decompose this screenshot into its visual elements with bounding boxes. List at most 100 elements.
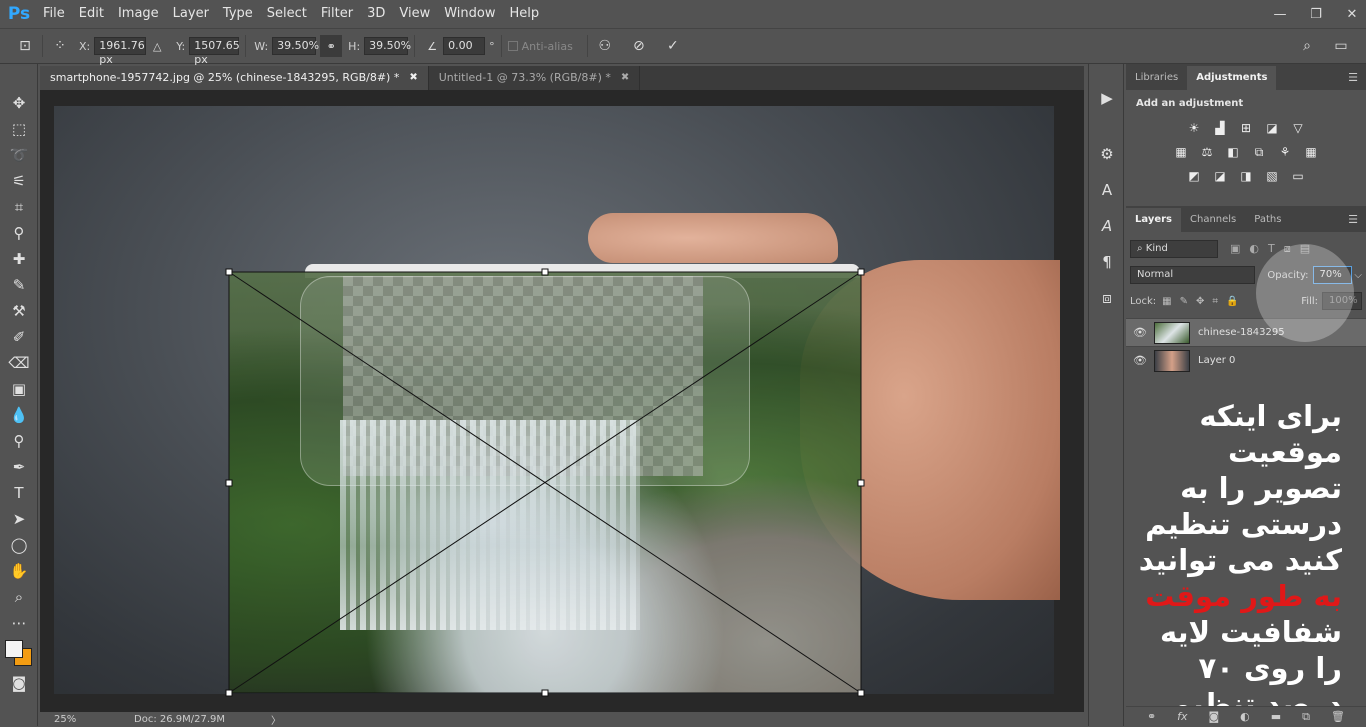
healing-brush-tool-icon[interactable]: ✚ [0, 246, 38, 272]
blur-tool-icon[interactable]: 💧 [0, 402, 38, 428]
close-icon[interactable]: ✖ [409, 66, 417, 90]
glyph-icon[interactable]: A [1089, 208, 1125, 244]
eyedropper-tool-icon[interactable]: ⚲ [0, 220, 38, 246]
eye-icon[interactable]: 👁 [1126, 354, 1154, 367]
menu-layer[interactable]: Layer [166, 0, 216, 28]
tab-layers[interactable]: Layers [1126, 208, 1181, 232]
marquee-tool-icon[interactable]: ⬚ [0, 116, 38, 142]
brush-tool-icon[interactable]: ✎ [0, 272, 38, 298]
reference-point-icon[interactable]: ⁘ [49, 35, 71, 57]
color-balance-icon[interactable]: ⚖ [1197, 143, 1217, 161]
layer-filter-kind[interactable]: ⌕ Kind [1130, 240, 1218, 258]
y-position-input[interactable]: 1507.65 px [189, 37, 240, 66]
move-tool-preset-icon[interactable]: ⊡ [14, 35, 36, 57]
play-action-icon[interactable]: ▶ [1089, 80, 1125, 116]
color-lookup-icon[interactable]: ▦ [1301, 143, 1321, 161]
menu-filter[interactable]: Filter [314, 0, 360, 28]
invert-icon[interactable]: ◩ [1184, 167, 1204, 185]
height-input[interactable]: 39.50% [364, 37, 411, 55]
quick-mask-icon[interactable]: ◙ [0, 670, 38, 696]
layer-row-layer0[interactable]: 👁 Layer 0 [1126, 346, 1366, 374]
black-white-icon[interactable]: ◧ [1223, 143, 1243, 161]
tab-adjustments[interactable]: Adjustments [1187, 66, 1277, 90]
character-icon[interactable]: A [1089, 172, 1125, 208]
photo-filter-icon[interactable]: ⧉ [1249, 143, 1269, 161]
levels-icon[interactable]: ▟ [1210, 119, 1230, 137]
dodge-tool-icon[interactable]: ⚲ [0, 428, 38, 454]
menu-type[interactable]: Type [216, 0, 260, 28]
gradient-map-icon[interactable]: ▭ [1288, 167, 1308, 185]
adjustment-layer-icon[interactable]: ◐ [1240, 710, 1250, 723]
warp-mode-icon[interactable]: ⚇ [594, 35, 616, 57]
zoom-level[interactable]: 25% [54, 714, 134, 725]
move-tool-icon[interactable]: ✥ [0, 90, 38, 116]
width-input[interactable]: 39.50% [272, 37, 319, 55]
angle-input[interactable]: 0.00 [443, 37, 486, 55]
tab-libraries[interactable]: Libraries [1126, 66, 1187, 90]
menu-select[interactable]: Select [260, 0, 314, 28]
lock-icons[interactable]: ▦✎✥⌗🔒 [1162, 296, 1246, 307]
brightness-icon[interactable]: ☀ [1184, 119, 1204, 137]
menu-help[interactable]: Help [503, 0, 547, 28]
menu-file[interactable]: File [36, 0, 72, 28]
ellipse-tool-icon[interactable]: ◯ [0, 532, 38, 558]
crop-tool-icon[interactable]: ⌗ [0, 194, 38, 220]
x-position-input[interactable]: 1961.76 px [94, 37, 147, 66]
group-icon[interactable]: ▬ [1271, 710, 1281, 723]
add-mask-icon[interactable]: ◙ [1209, 710, 1220, 723]
history-brush-tool-icon[interactable]: ✐ [0, 324, 38, 350]
close-window-button[interactable]: ✕ [1344, 7, 1360, 22]
opacity-dropdown-icon[interactable]: ⌵ [1354, 270, 1362, 281]
path-selection-tool-icon[interactable]: ➤ [0, 506, 38, 532]
menu-edit[interactable]: Edit [72, 0, 111, 28]
3d-icon[interactable]: ⧈ [1089, 280, 1125, 316]
pen-tool-icon[interactable]: ✒ [0, 454, 38, 480]
commit-transform-icon[interactable]: ✓ [662, 35, 684, 57]
search-icon[interactable]: ⌕ [1296, 35, 1318, 57]
menu-3d[interactable]: 3D [360, 0, 392, 28]
workspace-icon[interactable]: ▭ [1330, 35, 1352, 57]
clone-stamp-tool-icon[interactable]: ⚒ [0, 298, 38, 324]
channel-mixer-icon[interactable]: ⚘ [1275, 143, 1295, 161]
type-tool-icon[interactable]: T [0, 480, 38, 506]
delete-layer-icon[interactable]: 🗑 [1331, 710, 1345, 723]
tab-smartphone[interactable]: smartphone-1957742.jpg @ 25% (chinese-18… [40, 66, 429, 90]
layer-name[interactable]: Layer 0 [1198, 355, 1235, 366]
posterize-icon[interactable]: ◪ [1210, 167, 1230, 185]
restore-button[interactable]: ❐ [1308, 7, 1324, 22]
tab-channels[interactable]: Channels [1181, 208, 1245, 232]
brush-preset-icon[interactable]: ⚙ [1089, 136, 1125, 172]
magic-wand-tool-icon[interactable]: ⚟ [0, 168, 38, 194]
vibrance-icon[interactable]: ▽ [1288, 119, 1308, 137]
panel-menu-icon[interactable]: ☰ [1348, 66, 1358, 90]
more-tools-icon[interactable]: ⋯ [0, 610, 38, 636]
hand-tool-icon[interactable]: ✋ [0, 558, 38, 584]
fx-icon[interactable]: fx [1177, 710, 1187, 723]
menu-window[interactable]: Window [437, 0, 502, 28]
curves-icon[interactable]: ⊞ [1236, 119, 1256, 137]
menu-view[interactable]: View [392, 0, 437, 28]
new-layer-icon[interactable]: ⧉ [1302, 710, 1310, 724]
color-swatches[interactable] [0, 636, 38, 666]
panel-menu-icon[interactable]: ☰ [1348, 208, 1358, 232]
zoom-tool-icon[interactable]: ⌕ [0, 584, 38, 610]
lasso-tool-icon[interactable]: ➰ [0, 142, 38, 168]
link-aspect-icon[interactable]: ⚭ [320, 35, 343, 57]
blend-mode-select[interactable]: Normal [1130, 266, 1256, 284]
anti-alias-checkbox[interactable] [507, 41, 518, 51]
menu-image[interactable]: Image [111, 0, 166, 28]
exposure-icon[interactable]: ◪ [1262, 119, 1282, 137]
tab-paths[interactable]: Paths [1245, 208, 1290, 232]
selective-color-icon[interactable]: ▧ [1262, 167, 1282, 185]
close-icon[interactable]: ✖ [621, 66, 629, 90]
paragraph-icon[interactable]: ¶ [1089, 244, 1125, 280]
eye-icon[interactable]: 👁 [1126, 326, 1154, 339]
minimize-button[interactable]: — [1272, 7, 1288, 22]
eraser-tool-icon[interactable]: ⌫ [0, 350, 38, 376]
relative-position-icon[interactable]: △ [146, 35, 168, 57]
gradient-tool-icon[interactable]: ▣ [0, 376, 38, 402]
status-menu-arrow[interactable]: 〉 [271, 712, 281, 727]
link-layers-icon[interactable]: ⚭ [1147, 710, 1156, 723]
hue-saturation-icon[interactable]: ▦ [1171, 143, 1191, 161]
foreground-color-swatch[interactable] [5, 640, 23, 658]
